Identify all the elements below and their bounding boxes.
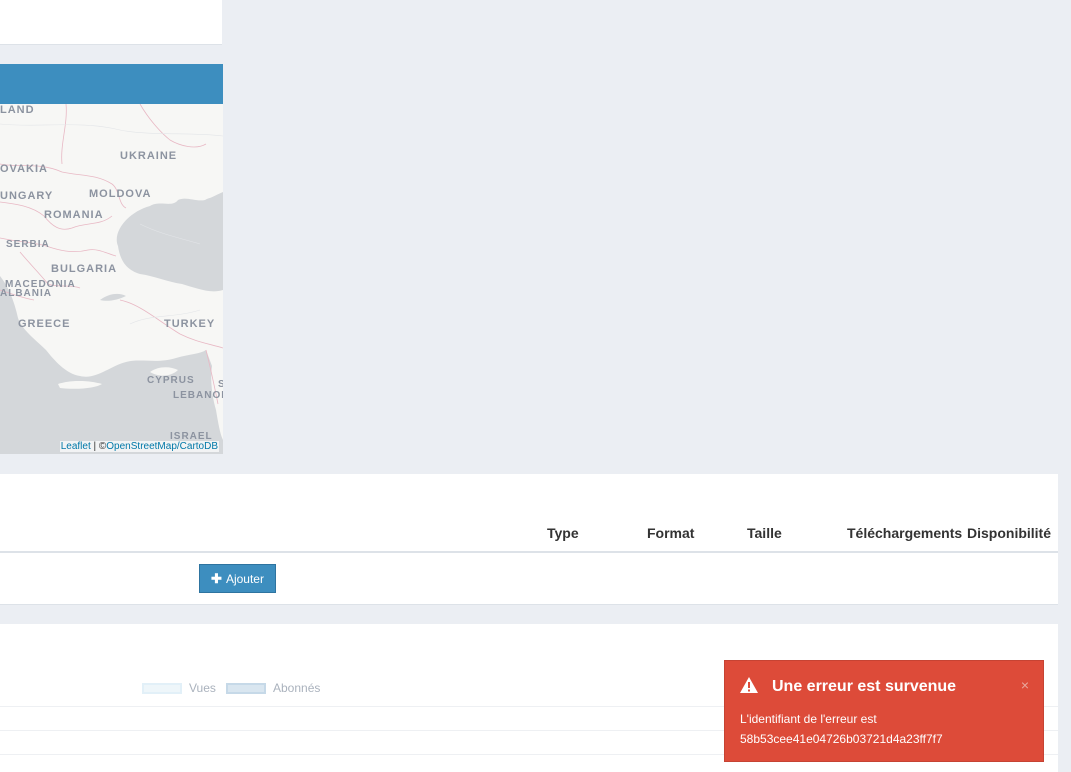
map-label: BULGARIA: [51, 263, 118, 275]
plus-icon: ✚: [211, 570, 222, 586]
add-button-label: Ajouter: [225, 571, 264, 586]
map-label: TURKEY: [164, 318, 216, 330]
mediterranean-sea: [0, 276, 223, 454]
map-label: MOLDOVA: [89, 188, 152, 200]
map-label: SERBIA: [6, 239, 50, 250]
map-label: CYPRUS: [147, 375, 195, 386]
add-button[interactable]: ✚ Ajouter: [199, 564, 276, 593]
toast-message-line: L'identifiant de l'erreur est: [740, 712, 877, 726]
map[interactable]: LAND UKRAINE OVAKIA MOLDOVA UNGARY ROMAN…: [0, 104, 223, 454]
top-panel: [0, 0, 222, 45]
toast-message: L'identifiant de l'erreur est 58b53cee41…: [740, 709, 943, 749]
table-header-divider: [0, 551, 1058, 553]
legend-label-vues: Vues: [189, 681, 216, 695]
legend-swatch-vues: [142, 683, 182, 694]
map-label: LEBANON: [173, 390, 223, 401]
column-header-type: Type: [547, 525, 579, 541]
resources-table-panel: Type Format Taille Téléchargements Dispo…: [0, 474, 1058, 605]
warning-icon: [740, 677, 758, 693]
map-label: ROMANIA: [44, 209, 104, 221]
map-label: OVAKIA: [0, 163, 48, 175]
attribution-separator: | ©: [90, 441, 107, 452]
column-header-disponibilite: Disponibilité: [967, 525, 1051, 541]
map-label: UKRAINE: [120, 150, 178, 162]
column-header-telechargements: Téléchargements: [847, 525, 963, 541]
map-label: UNGARY: [0, 190, 54, 202]
map-label: ALBANIA: [0, 288, 52, 299]
map-attribution: Leaflet | ©OpenStreetMap/CartoDB: [59, 441, 219, 452]
map-label: GREECE: [18, 318, 71, 330]
osm-cartodb-link[interactable]: OpenStreetMap/CartoDB: [106, 441, 218, 452]
legend-label-abonnes: Abonnés: [273, 681, 321, 695]
toast-title: Une erreur est survenue: [772, 678, 957, 695]
column-header-format: Format: [647, 525, 695, 541]
map-label: S: [218, 379, 223, 390]
column-header-taille: Taille: [747, 525, 782, 541]
legend-swatch-abonnes: [226, 683, 266, 694]
close-icon[interactable]: ×: [1021, 677, 1029, 693]
error-id: 58b53cee41e04726b03721d4a23ff7f7: [740, 732, 943, 746]
map-panel-header: [0, 64, 223, 104]
map-label: LAND: [0, 104, 35, 116]
leaflet-link[interactable]: Leaflet: [61, 441, 91, 452]
error-toast: Une erreur est survenue × L'identifiant …: [724, 660, 1044, 762]
